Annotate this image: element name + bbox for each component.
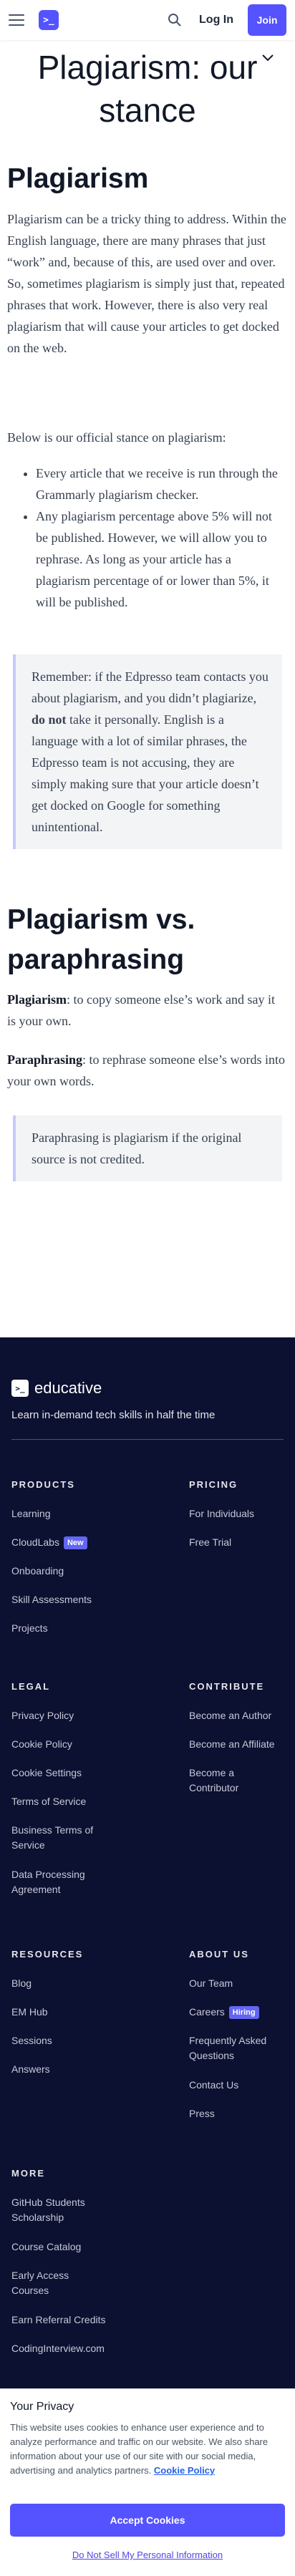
footer-logo[interactable]: >_ educative xyxy=(11,1379,102,1398)
footer-link-business-terms[interactable]: Business Terms of Service xyxy=(11,1823,112,1853)
footer-heading-more: MORE xyxy=(11,2168,45,2179)
section-heading-plagiarism-vs-paraphrasing: Plagiarism vs. paraphrasing xyxy=(7,904,195,975)
footer-link-early-access[interactable]: Early Access Courses xyxy=(11,2268,97,2298)
footer-heading-contribute: CONTRIBUTE xyxy=(189,1681,265,1692)
cookie-policy-link[interactable]: Cookie Policy xyxy=(154,2465,215,2476)
footer-link-become-author[interactable]: Become an Author xyxy=(189,1708,295,1723)
callout-text: Remember: if the Edpresso team contacts … xyxy=(32,669,269,705)
search-icon[interactable] xyxy=(168,13,182,27)
intro-paragraph: Plagiarism can be a tricky thing to addr… xyxy=(7,212,286,355)
accept-cookies-button[interactable]: Accept Cookies xyxy=(10,2504,285,2537)
footer-link-cookie-settings[interactable]: Cookie Settings xyxy=(11,1766,119,1781)
paraphrasing-callout: Paraphrasing is plagiarism if the origin… xyxy=(13,1115,282,1181)
brand-name: educative xyxy=(34,1379,102,1397)
footer-link-become-affiliate[interactable]: Become an Affiliate xyxy=(189,1737,295,1752)
footer-link-answers[interactable]: Answers xyxy=(11,2062,119,2077)
footer-link-course-catalog[interactable]: Course Catalog xyxy=(11,2240,119,2255)
educative-logo-mark: >_ xyxy=(11,1380,29,1397)
definition-term: Plagiarism xyxy=(7,992,67,1007)
footer-link-privacy-policy[interactable]: Privacy Policy xyxy=(11,1708,119,1723)
cookie-text: This website uses cookies to enhance use… xyxy=(10,2421,286,2478)
footer-link-sessions[interactable]: Sessions xyxy=(11,2033,119,2048)
footer-heading-products: PRODUCTS xyxy=(11,1479,75,1490)
stance-lead: Below is our official stance on plagiari… xyxy=(7,430,226,445)
footer-link-our-team[interactable]: Our Team xyxy=(189,1976,295,1991)
footer-link-cloudlabs[interactable]: CloudLabs New xyxy=(11,1535,119,1550)
footer-link-onboarding[interactable]: Onboarding xyxy=(11,1564,119,1579)
footer-link-projects[interactable]: Projects xyxy=(11,1621,119,1636)
callout-text: take it personally. English is a languag… xyxy=(32,712,259,834)
footer-link-em-hub[interactable]: EM Hub xyxy=(11,2005,119,2020)
callout-emphasis: do not xyxy=(32,712,67,727)
footer-link-faq[interactable]: Frequently Asked Questions xyxy=(189,2033,282,2063)
section-heading-plagiarism: Plagiarism xyxy=(7,163,149,194)
footer-link-learning[interactable]: Learning xyxy=(11,1506,119,1521)
footer-divider xyxy=(11,1439,284,1440)
footer-link-referral-credits[interactable]: Earn Referral Credits xyxy=(11,2313,155,2328)
list-item: Every article that we receive is run thr… xyxy=(36,463,286,505)
footer-link-label: Careers xyxy=(189,2006,225,2018)
login-link[interactable]: Log In xyxy=(199,14,233,26)
footer-heading-legal: LEGAL xyxy=(11,1681,51,1692)
article-title: Plagiarism: our stance xyxy=(37,49,258,129)
nav-actions: Log In Join xyxy=(168,4,286,36)
footer-link-become-contributor[interactable]: Become a Contributor xyxy=(189,1766,275,1796)
footer-link-skill-assessments[interactable]: Skill Assessments xyxy=(11,1592,119,1607)
definition-paraphrasing: Paraphrasing: to rephrase someone else’s… xyxy=(7,1049,286,1092)
remember-callout: Remember: if the Edpresso team contacts … xyxy=(13,654,282,849)
stance-list: Every article that we receive is run thr… xyxy=(36,463,286,613)
definition-term: Paraphrasing xyxy=(7,1052,83,1067)
list-item: Any plagiarism percentage above 5% will … xyxy=(36,505,286,613)
footer-link-github-scholarship[interactable]: GitHub Students Scholarship xyxy=(11,2195,112,2225)
footer-link-codinginterview[interactable]: CodingInterview.com xyxy=(11,2341,155,2356)
top-navbar: >_ Log In Join xyxy=(0,0,295,40)
footer-link-blog[interactable]: Blog xyxy=(11,1976,119,1991)
footer-link-terms-of-service[interactable]: Terms of Service xyxy=(11,1794,119,1809)
cookie-body: This website uses cookies to enhance use… xyxy=(10,2422,269,2476)
chevron-down-icon[interactable] xyxy=(261,53,275,63)
footer-link-contact-us[interactable]: Contact Us xyxy=(189,2078,295,2093)
footer-heading-about: ABOUT US xyxy=(189,1949,249,1960)
callout-text: Paraphrasing is plagiarism if the origin… xyxy=(32,1130,242,1166)
new-badge: New xyxy=(63,1536,87,1549)
footer-link-free-trial[interactable]: Free Trial xyxy=(189,1535,295,1550)
footer-link-careers[interactable]: Careers Hiring xyxy=(189,2005,295,2020)
footer-tagline: Learn in-demand tech skills in half the … xyxy=(11,1409,216,1421)
definition-plagiarism: Plagiarism: to copy someone else’s work … xyxy=(7,989,286,1032)
footer-link-label: CloudLabs xyxy=(11,1536,59,1548)
footer-link-cookie-policy[interactable]: Cookie Policy xyxy=(11,1737,119,1752)
footer-heading-pricing: PRICING xyxy=(189,1479,238,1490)
hiring-badge: Hiring xyxy=(228,2006,259,2019)
hamburger-menu-icon[interactable] xyxy=(9,14,24,26)
cookie-title: Your Privacy xyxy=(10,2401,74,2413)
do-not-sell-link[interactable]: Do Not Sell My Personal Information xyxy=(0,2550,295,2560)
join-button[interactable]: Join xyxy=(248,4,286,36)
footer-link-for-individuals[interactable]: For Individuals xyxy=(189,1506,295,1521)
footer-link-data-processing[interactable]: Data Processing Agreement xyxy=(11,1867,112,1897)
footer-link-press[interactable]: Press xyxy=(189,2106,295,2121)
footer-heading-resources: RESOURCES xyxy=(11,1949,84,1960)
cookie-consent-banner: Your Privacy This website uses cookies t… xyxy=(0,2388,295,2576)
educative-logo[interactable]: >_ xyxy=(39,10,59,30)
